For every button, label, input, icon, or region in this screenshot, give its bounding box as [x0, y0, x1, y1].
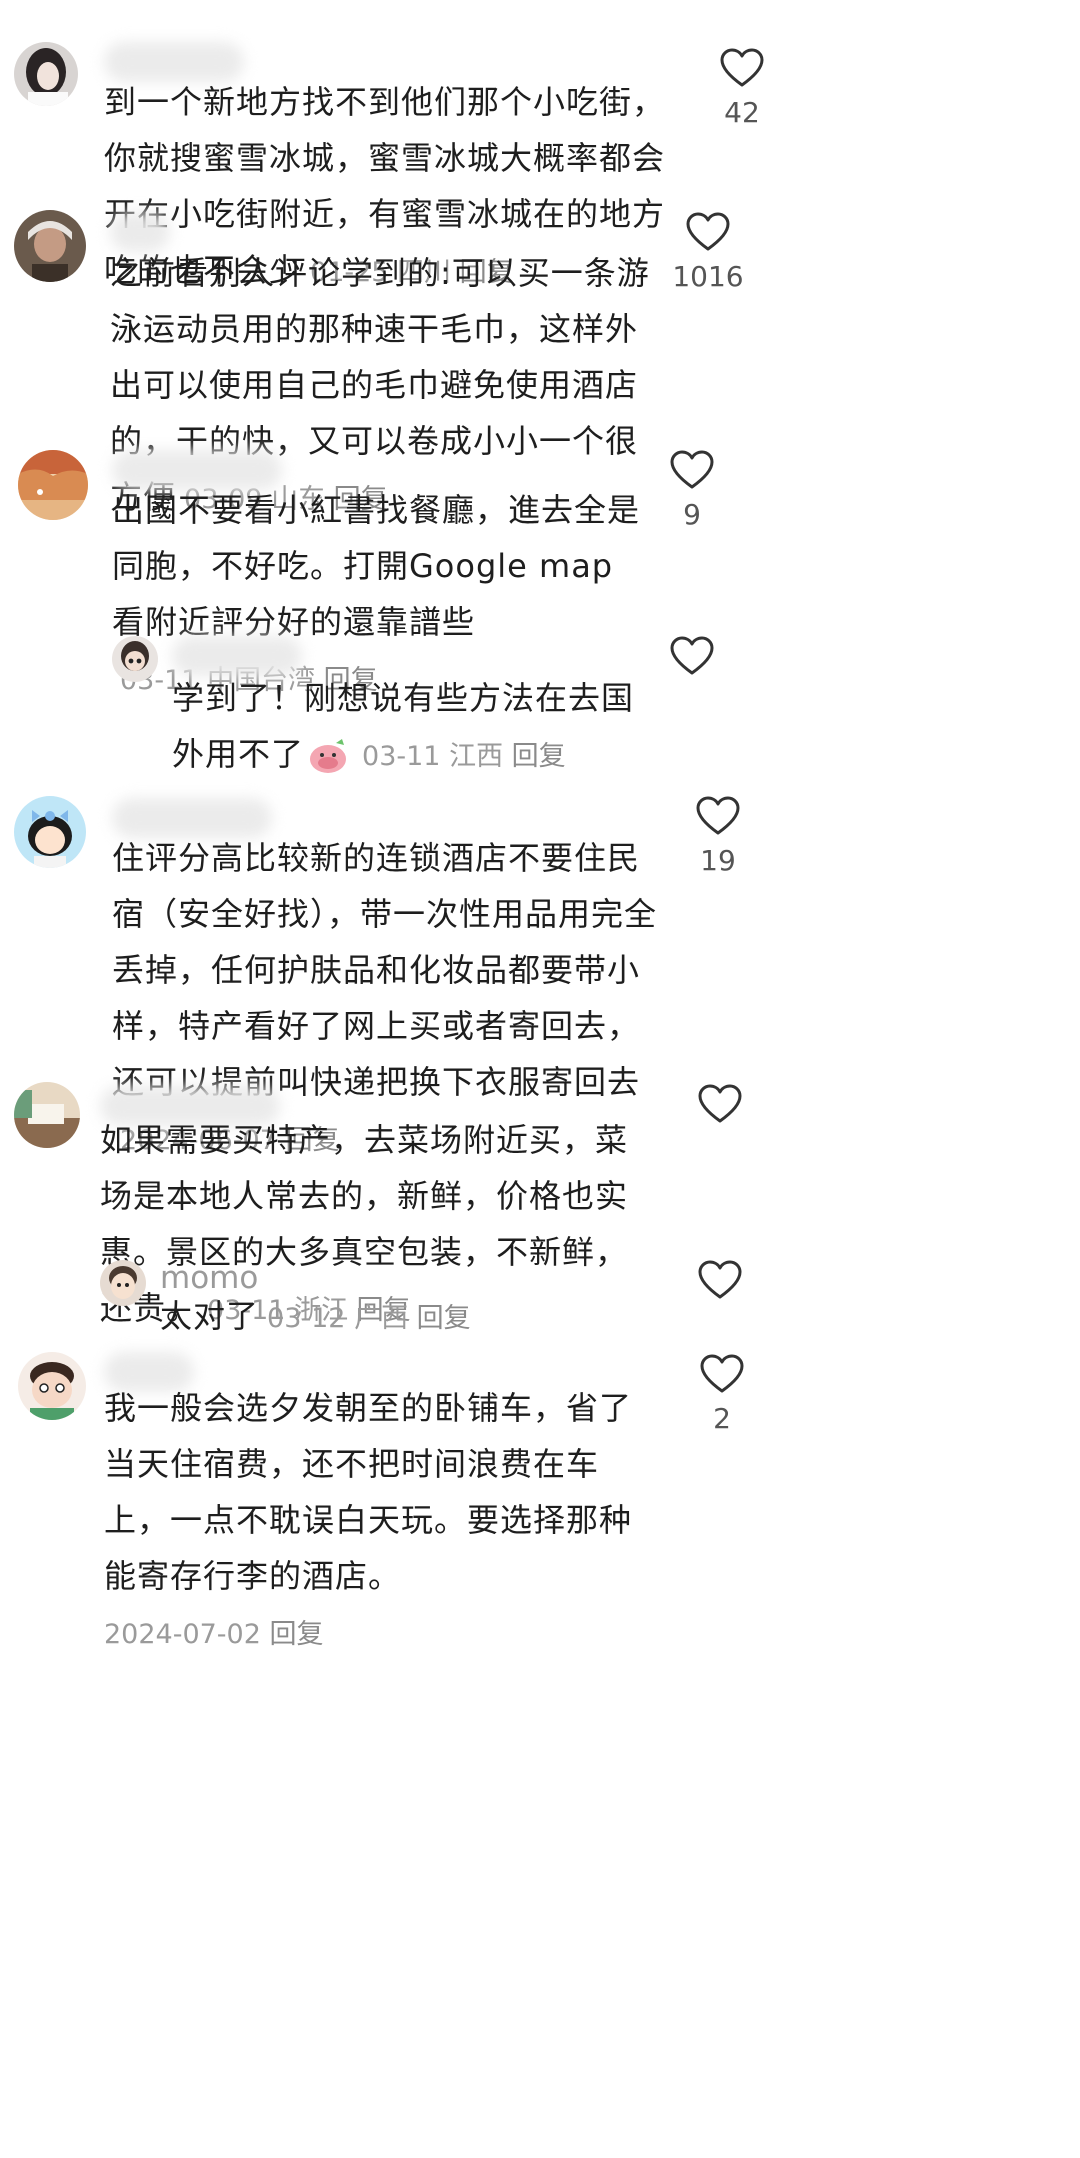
- comment-body: 住评分高比较新的连锁酒店不要住民宿（安全好找），带一次性用品用完全丢掉，任何护肤…: [112, 839, 658, 1101]
- avatar[interactable]: [18, 1352, 86, 1420]
- heart-icon[interactable]: [670, 450, 714, 490]
- comment-body: 太对了: [160, 1297, 260, 1335]
- comment-text[interactable]: 学到了！刚想说有些方法在去国外用不了 03-11 江西 回复: [172, 670, 642, 785]
- avatar[interactable]: [14, 796, 86, 868]
- like-control[interactable]: 2: [682, 1354, 762, 1435]
- avatar[interactable]: [112, 636, 158, 682]
- like-control[interactable]: 9: [652, 450, 732, 531]
- avatar[interactable]: [14, 42, 78, 106]
- comment-text[interactable]: 我一般会选夕发朝至的卧铺车，省了当天住宿费，还不把时间浪费在车上，一点不耽误白天…: [104, 1380, 664, 1663]
- like-count: 19: [700, 844, 736, 877]
- avatar[interactable]: [18, 450, 88, 520]
- like-count: 9: [683, 498, 701, 531]
- reply-button[interactable]: 回复: [270, 1619, 324, 1650]
- like-control[interactable]: [680, 1260, 760, 1300]
- like-count: 1016: [672, 260, 744, 293]
- heart-icon[interactable]: [700, 1354, 744, 1394]
- like-control[interactable]: [652, 636, 732, 676]
- like-control[interactable]: [680, 1084, 760, 1124]
- heart-icon[interactable]: [698, 1084, 742, 1124]
- like-count: 2: [713, 1402, 731, 1435]
- comment-date: 03-11: [362, 741, 441, 772]
- reply-button[interactable]: 回复: [512, 741, 566, 772]
- comment-body: 我一般会选夕发朝至的卧铺车，省了当天住宿费，还不把时间浪费在车上，一点不耽误白天…: [104, 1389, 633, 1595]
- like-control[interactable]: 1016: [668, 212, 748, 293]
- comment-location: 江西: [449, 741, 504, 772]
- comment-body: 出國不要看小紅書找餐廳，進去全是同胞，不好吃。打開Google map看附近評分…: [112, 491, 641, 641]
- reply-button[interactable]: 回复: [417, 1303, 471, 1334]
- heart-icon[interactable]: [720, 48, 764, 88]
- comment-text[interactable]: 太对了 03-12 广西 回复: [160, 1288, 660, 1347]
- like-control[interactable]: 42: [702, 48, 782, 129]
- heart-icon[interactable]: [686, 212, 730, 252]
- comment-date: 03-12: [267, 1303, 346, 1334]
- avatar[interactable]: [14, 210, 86, 282]
- emoji-sticker-icon: [310, 739, 347, 773]
- heart-icon[interactable]: [698, 1260, 742, 1300]
- avatar[interactable]: [14, 1082, 80, 1148]
- heart-icon[interactable]: [670, 636, 714, 676]
- like-control[interactable]: 19: [678, 796, 758, 877]
- avatar[interactable]: [100, 1260, 146, 1306]
- comment-date: 2024-07-02: [104, 1619, 261, 1650]
- comment-location: 广西: [354, 1303, 409, 1334]
- heart-icon[interactable]: [696, 796, 740, 836]
- like-count: 42: [724, 96, 760, 129]
